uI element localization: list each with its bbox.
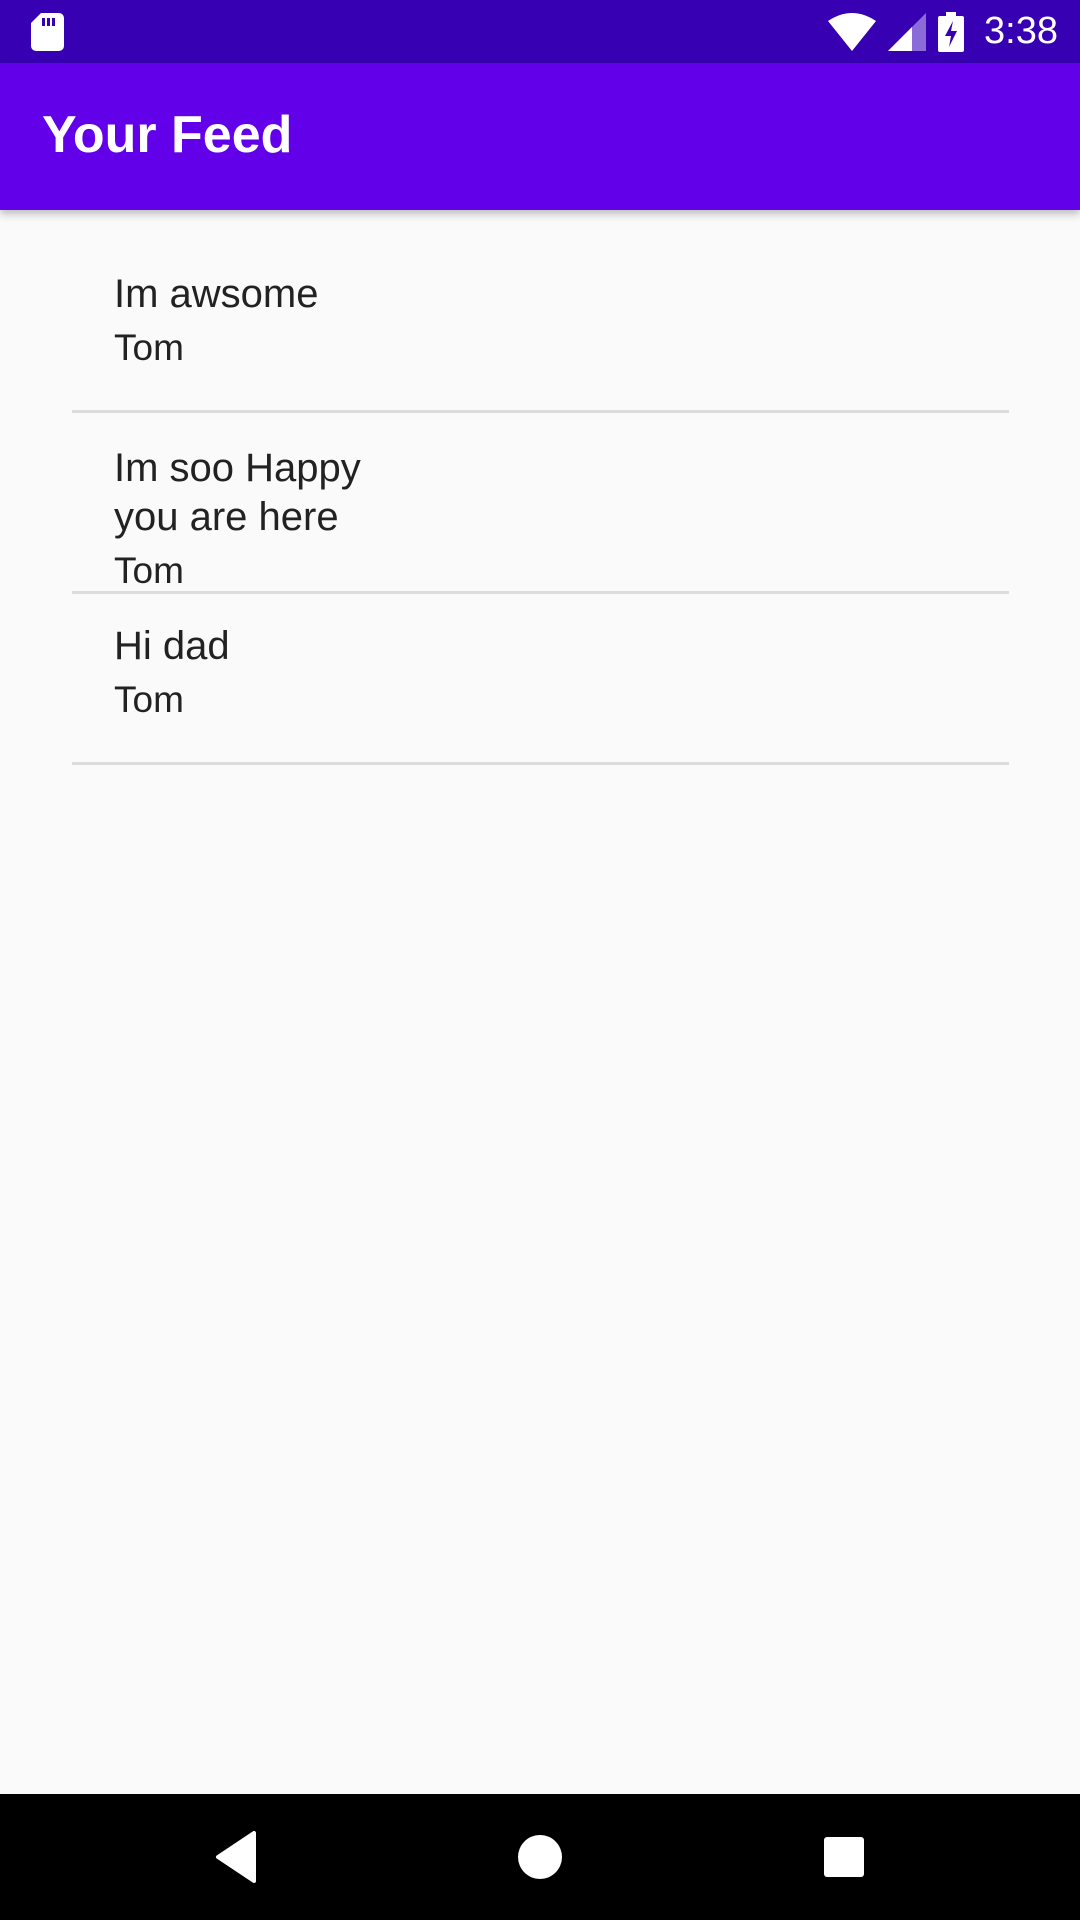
feed-item-message: Im soo Happy you are here [114,446,361,539]
recents-icon[interactable] [816,1829,872,1885]
sd-card-icon [31,13,64,51]
wifi-icon [828,12,877,51]
feed-item-message: Hi dad [114,624,230,668]
status-icons: 3:38 [828,0,1058,63]
feed-item-author: Tom [114,327,184,368]
feed-item[interactable]: Im soo Happy you are here Tom [72,413,1009,594]
feed-list: Im awsome Tom Im soo Happy you are here … [72,210,1009,765]
page-title: Your Feed [42,106,293,164]
feed-item-author: Tom [114,679,184,720]
navigation-bar [0,1794,1080,1920]
signal-icon [888,12,927,51]
feed-item[interactable]: Im awsome Tom [72,210,1009,413]
feed-item[interactable]: Hi dad Tom [72,594,1009,765]
feed-item-author: Tom [114,550,184,591]
battery-charging-icon [938,11,965,52]
feed-item-message: Im awsome [114,272,319,316]
status-bar: 3:38 [0,0,1080,63]
home-icon[interactable] [512,1829,568,1885]
status-clock: 3:38 [984,10,1058,52]
app-bar: Your Feed [0,63,1080,210]
back-icon[interactable] [208,1829,264,1885]
